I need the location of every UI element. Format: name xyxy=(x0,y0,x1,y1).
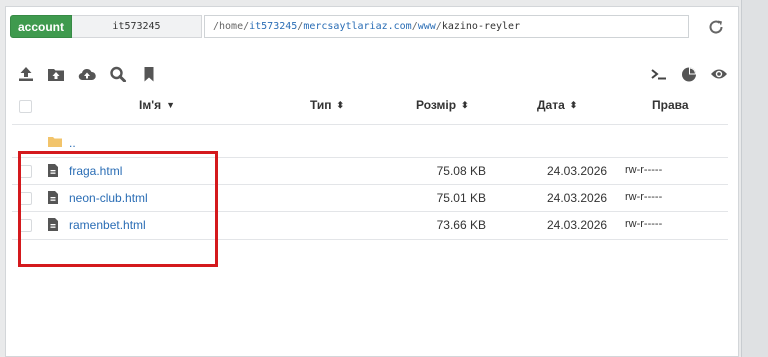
file-perms[interactable]: rw-r----- xyxy=(625,191,662,203)
pie-chart-icon[interactable] xyxy=(680,66,698,82)
header-perms-label: Права xyxy=(652,98,689,112)
header-date[interactable]: Дата ⬍ xyxy=(537,98,577,112)
search-icon[interactable] xyxy=(109,66,127,82)
path-seg-link[interactable]: www xyxy=(418,21,436,32)
divider xyxy=(12,124,728,125)
file-code-icon xyxy=(48,191,58,204)
folder-upload-icon[interactable] xyxy=(47,66,65,82)
file-size: 75.08 KB xyxy=(436,164,486,178)
path-input[interactable]: /home/ it573245 / mercsaytlariaz.com / w… xyxy=(204,15,689,38)
refresh-icon[interactable] xyxy=(707,18,725,36)
sort-icon: ⬍ xyxy=(461,100,469,110)
terminal-icon[interactable] xyxy=(650,66,668,82)
select-all-checkbox[interactable] xyxy=(19,100,32,113)
cloud-upload-icon[interactable] xyxy=(78,66,96,82)
parent-dir-label[interactable]: .. xyxy=(69,136,76,150)
header-size-label: Розмір xyxy=(416,98,457,112)
header-perms: Права xyxy=(652,98,689,112)
file-code-icon xyxy=(48,218,58,231)
upload-icon[interactable] xyxy=(17,66,35,82)
table-row[interactable]: fraga.html 75.08 KB 24.03.2026 rw-r----- xyxy=(12,158,728,185)
file-date: 24.03.2026 xyxy=(547,164,608,178)
path-seg-link[interactable]: it573245 xyxy=(249,21,297,32)
file-name-link[interactable]: ramenbet.html xyxy=(69,218,146,232)
file-name-link[interactable]: fraga.html xyxy=(69,164,122,178)
file-size: 73.66 KB xyxy=(436,218,486,232)
sort-desc-icon: ▼ xyxy=(166,100,175,110)
file-code-icon xyxy=(48,164,58,177)
eye-icon[interactable] xyxy=(710,66,728,82)
parent-dir-row[interactable]: .. xyxy=(12,131,728,158)
sort-icon: ⬍ xyxy=(336,100,345,110)
path-seg: /home/ xyxy=(213,21,250,32)
table-row[interactable]: ramenbet.html 73.66 KB 24.03.2026 rw-r--… xyxy=(12,212,728,239)
header-date-label: Дата xyxy=(537,98,565,112)
row-checkbox[interactable] xyxy=(19,165,32,178)
sort-icon: ⬍ xyxy=(569,100,578,110)
login-label: it573245 xyxy=(72,15,202,38)
file-name-link[interactable]: neon-club.html xyxy=(69,191,148,205)
header-type[interactable]: Тип ⬍ xyxy=(310,98,344,112)
path-seg-link[interactable]: mercsaytlariaz.com xyxy=(303,21,411,32)
divider xyxy=(12,239,728,240)
side-scroll-area xyxy=(741,0,768,357)
file-date: 24.03.2026 xyxy=(547,218,608,232)
row-checkbox[interactable] xyxy=(19,192,32,205)
path-current: kazino-reyler xyxy=(441,21,521,32)
header-name-label: Ім'я xyxy=(139,98,162,112)
header-type-label: Тип xyxy=(310,98,332,112)
account-button[interactable]: account xyxy=(10,15,72,38)
row-checkbox[interactable] xyxy=(19,219,32,232)
file-size: 75.01 KB xyxy=(436,191,486,205)
file-perms[interactable]: rw-r----- xyxy=(625,164,662,176)
header-name[interactable]: Ім'я ▼ xyxy=(139,98,175,112)
file-date: 24.03.2026 xyxy=(547,191,608,205)
folder-icon xyxy=(48,137,62,147)
bookmark-icon[interactable] xyxy=(140,66,158,82)
file-perms[interactable]: rw-r----- xyxy=(625,218,662,230)
table-row[interactable]: neon-club.html 75.01 KB 24.03.2026 rw-r-… xyxy=(12,185,728,212)
header-size[interactable]: Розмір ⬍ xyxy=(416,98,469,112)
